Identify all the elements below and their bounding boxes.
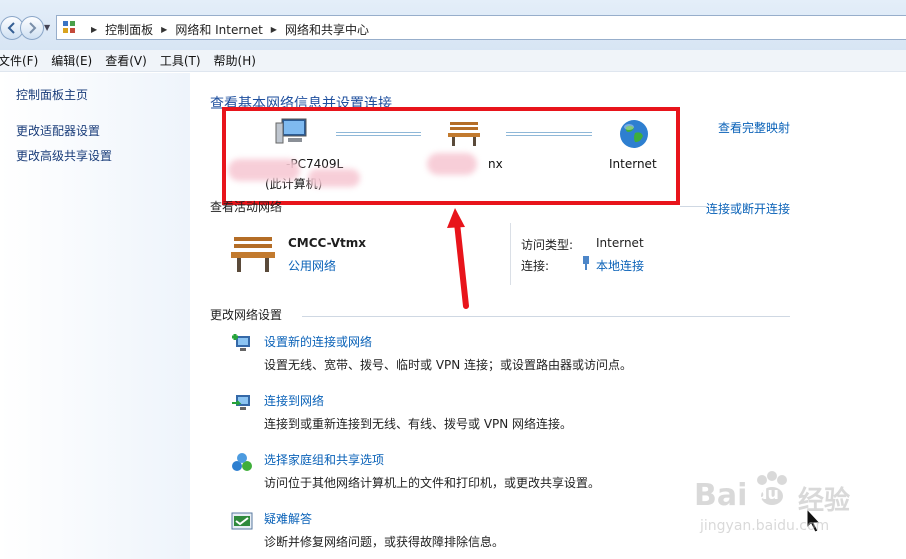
menu-tools[interactable]: 工具(T) — [160, 52, 208, 69]
menu-help[interactable]: 帮助(H) — [214, 52, 263, 69]
task-homegroup-sharing-desc: 访问位于其他网络计算机上的文件和打印机，或更改共享设置。 — [264, 476, 601, 490]
task-setup-new-connection-desc: 设置无线、宽带、拨号、临时或 VPN 连接；或设置路由器或访问点。 — [264, 358, 633, 372]
change-settings-heading: 更改网络设置 — [210, 308, 283, 322]
active-network-name: CMCC-Vtmx — [288, 236, 367, 250]
ethernet-icon — [583, 256, 589, 270]
watermark-url: jingyan.baidu.com — [700, 518, 830, 534]
troubleshoot-icon — [231, 512, 253, 530]
task-troubleshoot-desc: 诊断并修复网络问题，或获得故障排除信息。 — [264, 535, 505, 549]
access-type-value: Internet — [596, 236, 644, 250]
sidebar-item-change-adapter-settings[interactable]: 更改适配器设置 — [16, 122, 100, 139]
divider — [302, 316, 790, 317]
menu-file[interactable]: 文件(F) — [0, 52, 45, 69]
breadcrumb: ▶ 控制面板 ▶ 网络和 Internet ▶ 网络和共享中心 — [83, 21, 369, 38]
active-networks-heading: 查看活动网络 — [210, 200, 283, 214]
sidebar-item-control-panel-home[interactable]: 控制面板主页 — [16, 86, 88, 103]
breadcrumb-separator[interactable]: ▶ — [161, 25, 167, 34]
forward-arrow-icon — [29, 22, 37, 34]
watermark-brand: Bai — [694, 478, 748, 513]
task-connect-to-network[interactable]: 连接到网络 — [264, 392, 324, 409]
divider — [680, 206, 708, 207]
breadcrumb-separator[interactable]: ▶ — [271, 25, 277, 34]
address-bar[interactable]: ▶ 控制面板 ▶ 网络和 Internet ▶ 网络和共享中心 — [56, 15, 906, 40]
breadcrumb-separator[interactable]: ▶ — [91, 25, 97, 34]
connect-disconnect-link[interactable]: 连接或断开连接 — [706, 200, 790, 217]
breadcrumb-control-panel[interactable]: 控制面板 — [105, 21, 153, 38]
task-connect-to-network-desc: 连接到或重新连接到无线、有线、拨号或 VPN 网络连接。 — [264, 417, 573, 431]
connect-network-icon — [232, 395, 250, 410]
breadcrumb-network-internet[interactable]: 网络和 Internet — [175, 21, 262, 38]
homegroup-icon — [232, 453, 252, 471]
connections-label: 连接: — [521, 259, 550, 273]
back-arrow-icon — [7, 22, 15, 34]
highlight-box — [222, 107, 680, 205]
sidebar-item-change-advanced-sharing[interactable]: 更改高级共享设置 — [16, 147, 112, 164]
history-dropdown-icon[interactable]: ▼ — [44, 23, 50, 32]
see-full-map-link[interactable]: 查看完整映射 — [718, 119, 790, 136]
menu-view[interactable]: 查看(V) — [105, 52, 154, 69]
menu-bar: 文件(F) 编辑(E) 查看(V) 工具(T) 帮助(H) — [0, 50, 906, 72]
watermark-brand-tail: du — [756, 484, 779, 503]
network-type-link[interactable]: 公用网络 — [288, 257, 336, 274]
new-connection-icon — [232, 334, 250, 351]
task-setup-new-connection[interactable]: 设置新的连接或网络 — [264, 333, 372, 350]
baidu-watermark: Bai du 经验 jingyan.baidu.com — [694, 466, 894, 546]
local-connection-link[interactable]: 本地连接 — [596, 257, 644, 274]
sidebar: 控制面板主页 更改适配器设置 更改高级共享设置 — [0, 73, 190, 559]
access-type-label: 访问类型: — [521, 238, 574, 252]
breadcrumb-network-sharing-center[interactable]: 网络和共享中心 — [285, 21, 369, 38]
forward-button[interactable] — [20, 16, 44, 40]
watermark-jingyan: 经验 — [798, 486, 851, 516]
task-troubleshoot[interactable]: 疑难解答 — [264, 510, 312, 527]
task-homegroup-sharing[interactable]: 选择家庭组和共享选项 — [264, 451, 384, 468]
address-area: ▼ ▶ 控制面板 ▶ 网络和 Internet ▶ 网络和共享中心 — [0, 0, 906, 50]
control-panel-icon — [63, 21, 75, 33]
vertical-divider — [510, 223, 511, 285]
menu-edit[interactable]: 编辑(E) — [51, 52, 99, 69]
public-network-bench-icon — [231, 237, 275, 272]
